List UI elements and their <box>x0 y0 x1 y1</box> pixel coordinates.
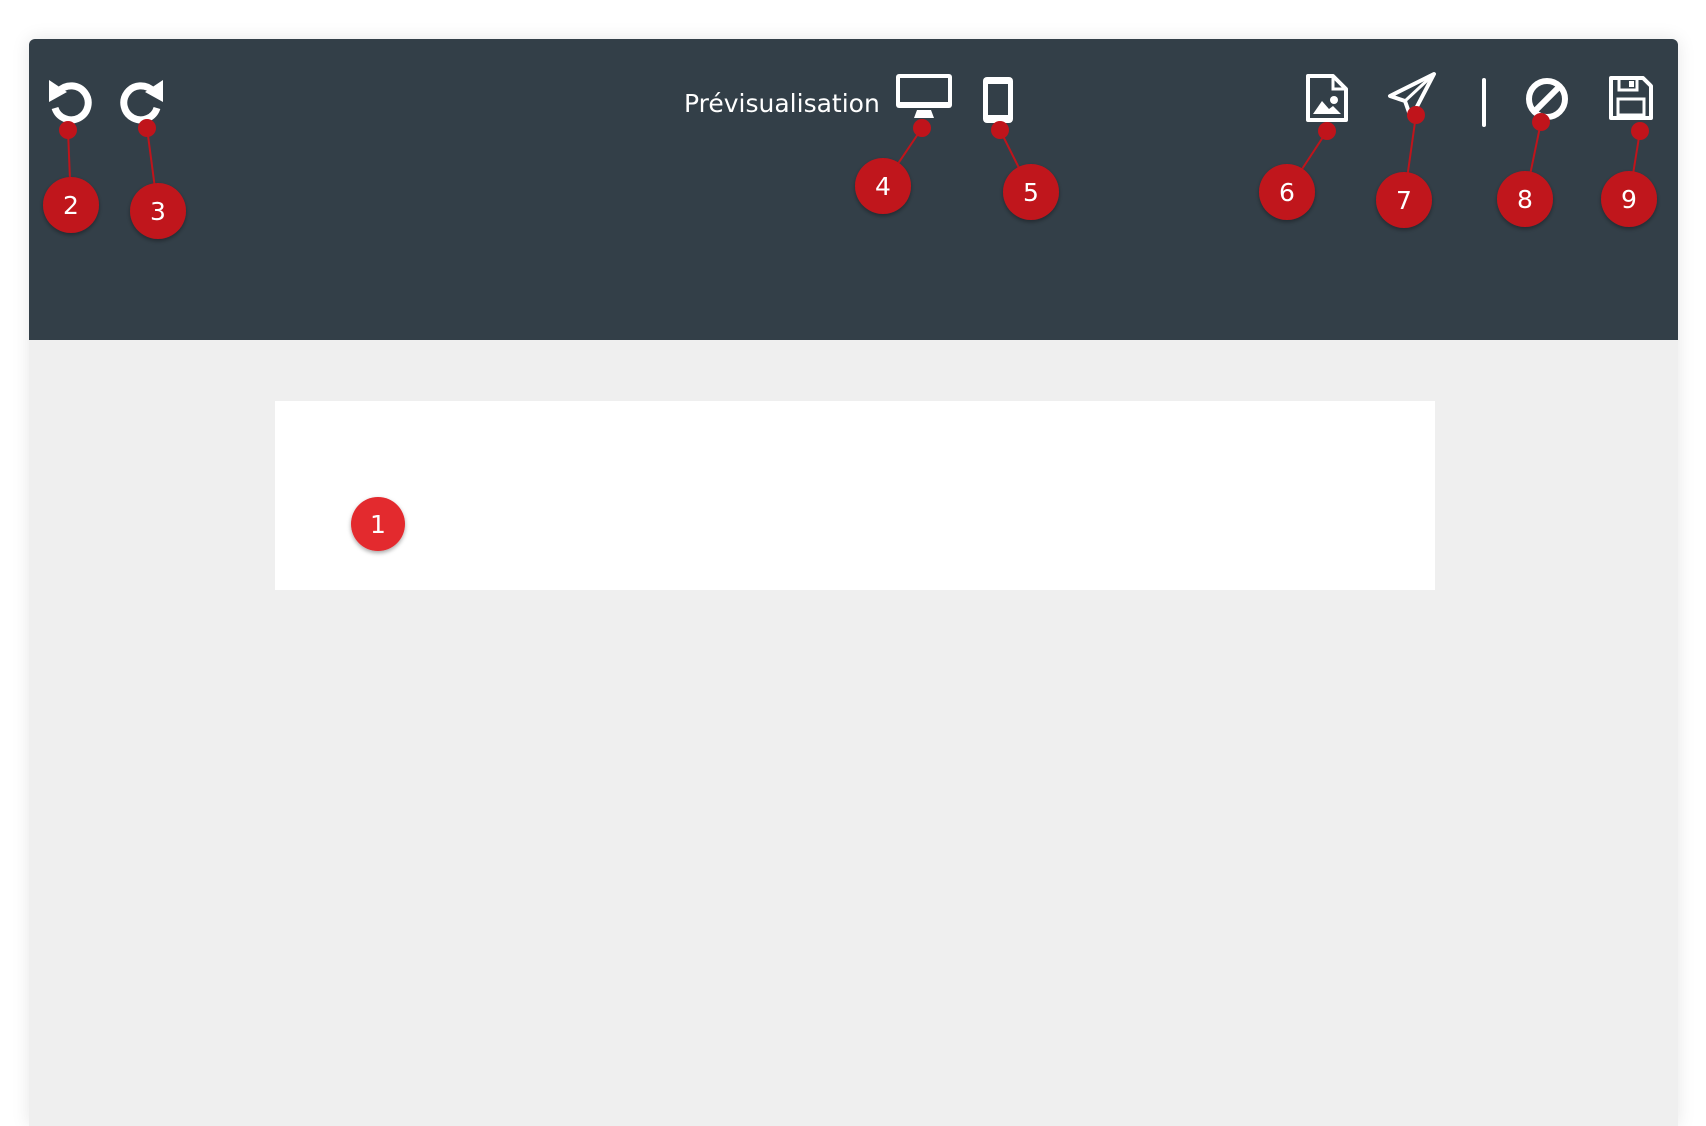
send-button[interactable] <box>1387 71 1437 121</box>
desktop-preview-button[interactable] <box>895 72 953 122</box>
desktop-icon <box>896 74 952 118</box>
editor-toolbar: Prévisualisation <box>29 39 1678 340</box>
undo-icon <box>49 80 92 124</box>
preview-canvas[interactable] <box>275 401 1435 590</box>
toolbar-separator <box>1482 78 1486 127</box>
cancel-button[interactable] <box>1523 75 1571 123</box>
mobile-preview-button[interactable] <box>981 75 1015 125</box>
preview-title: Prévisualisation <box>684 89 880 118</box>
image-file-icon <box>1306 74 1348 122</box>
redo-button[interactable] <box>117 75 167 125</box>
undo-button[interactable] <box>45 75 95 125</box>
editor-window: Prévisualisation <box>29 39 1678 1126</box>
floppy-disk-icon <box>1609 76 1653 120</box>
paper-plane-icon <box>1388 72 1436 120</box>
ban-icon <box>1526 78 1568 120</box>
image-button[interactable] <box>1305 73 1349 123</box>
save-button[interactable] <box>1607 74 1655 122</box>
redo-icon <box>120 80 163 124</box>
mobile-icon <box>983 77 1013 123</box>
